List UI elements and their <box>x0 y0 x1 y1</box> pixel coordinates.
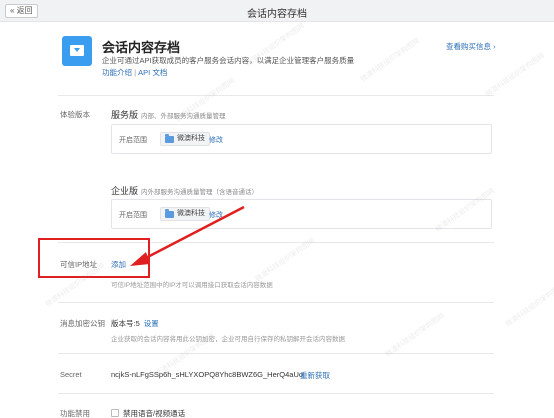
top-bar: « 返回 会话内容存档 <box>0 0 554 22</box>
enterprise-edit-link[interactable]: 修改 <box>209 210 223 220</box>
api-docs-link[interactable]: API 文档 <box>138 68 167 77</box>
service-edit-link[interactable]: 修改 <box>209 135 223 145</box>
disable-voice-video-checkbox[interactable] <box>111 409 119 417</box>
enterprise-edition-name: 企业版 <box>111 186 139 196</box>
org-tag: 微澳科技 <box>160 132 210 146</box>
scope-label: 开启范围 <box>119 137 147 144</box>
trusted-ip-hint: 可信IP地址范围中的IP才可以调用接口获取会话内容数据 <box>111 282 273 289</box>
encryption-hint: 企业获取的会话内容将用此公钥加密，企业可用自行保存的私钥解开会话内容数据 <box>111 336 345 343</box>
refresh-secret-link[interactable]: 重新获取 <box>300 370 330 381</box>
page-title: 会话内容存档 <box>247 9 307 20</box>
org-name: 微澳科技 <box>177 210 205 217</box>
divider <box>58 393 494 394</box>
scope-label: 开启范围 <box>119 212 147 219</box>
watermark: 微澳科技组织架构图网 <box>484 52 546 99</box>
secret-value: ncjkS-nLFgSSp6h_sHLYXOPQ8Yhc8BWZ6G_HerQ4… <box>111 370 304 379</box>
link-separator: | <box>134 68 137 77</box>
archive-download-icon <box>62 36 92 66</box>
app-description: 企业可通过API获取成员的客户服务会话内容，以满足企业管理客户服务质量 <box>102 56 355 65</box>
encryption-key-label: 消息加密公钥 <box>60 319 105 328</box>
secret-label: Secret <box>60 370 82 379</box>
org-tag: 微澳科技 <box>160 207 210 221</box>
service-edition-name: 服务版 <box>111 110 139 120</box>
watermark: 微澳科技组织架构图网 <box>504 282 554 329</box>
enterprise-edition-note: 内外部服务沟通质量管理（含语音通话） <box>141 189 259 196</box>
service-scope-box: 开启范围 微澳科技 修改 <box>111 124 492 154</box>
key-version-number: 版本号:5 <box>111 319 140 328</box>
trial-label: 体验版本 <box>60 110 90 119</box>
app-links: 功能介绍 | API 文档 <box>102 67 167 78</box>
folder-icon <box>165 209 174 218</box>
purchase-info-link[interactable]: 查看购买信息 › <box>446 41 496 52</box>
watermark: 微澳科技组织架构图网 <box>384 312 446 359</box>
service-edition-title: 服务版 内部、外部服务沟通质量管理 <box>111 108 226 121</box>
divider <box>58 95 494 96</box>
watermark: 微澳科技组织架构图网 <box>254 237 316 284</box>
divider <box>58 353 494 354</box>
org-name: 微澳科技 <box>177 135 205 142</box>
watermark: 微澳科技组织架构图网 <box>359 37 421 84</box>
enterprise-edition-title: 企业版 内外部服务沟通质量管理（含语音通话） <box>111 184 258 197</box>
divider <box>58 302 494 303</box>
app-name: 会话内容存档 <box>102 40 181 55</box>
folder-icon <box>165 134 174 143</box>
set-key-link[interactable]: 设置 <box>144 319 159 328</box>
key-version: 版本号:5 设置 <box>111 318 159 329</box>
disable-functions-label: 功能禁用 <box>60 409 90 418</box>
disable-voice-video-label: 禁用语音/视频通话 <box>123 409 186 418</box>
feature-intro-link[interactable]: 功能介绍 <box>102 68 132 77</box>
